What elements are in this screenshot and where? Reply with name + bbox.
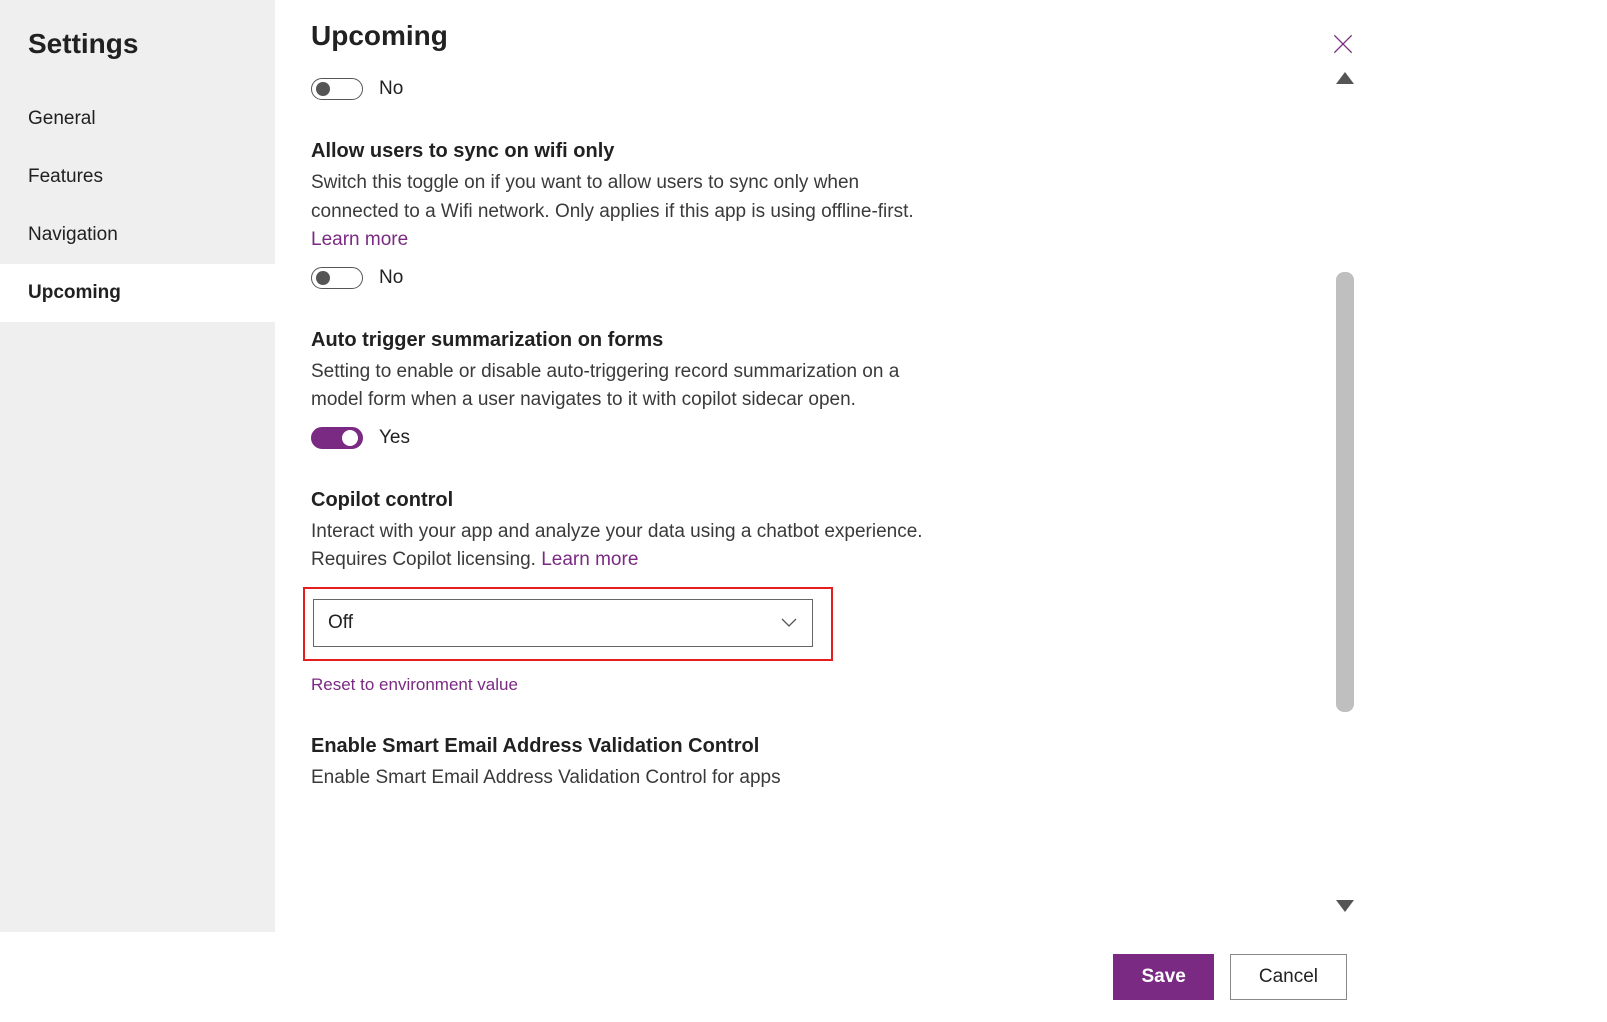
copilot-control-selected-value: Off xyxy=(328,612,353,634)
sidebar-item-navigation[interactable]: Navigation xyxy=(0,206,275,264)
setting-wifi-sync: Allow users to sync on wifi only Switch … xyxy=(311,140,951,289)
setting-smart-email-title: Enable Smart Email Address Validation Co… xyxy=(311,735,951,758)
scroll-thumb[interactable] xyxy=(1336,272,1354,712)
close-icon xyxy=(1330,31,1356,57)
sidebar-item-features[interactable]: Features xyxy=(0,148,275,206)
copilot-control-select[interactable]: Off xyxy=(313,599,813,647)
vertical-scrollbar xyxy=(1335,72,1355,912)
setting-copilot-control-title: Copilot control xyxy=(311,489,951,512)
scroll-down-button[interactable] xyxy=(1336,900,1354,912)
cancel-button[interactable]: Cancel xyxy=(1230,954,1347,1000)
setting-wifi-sync-desc-text: Switch this toggle on if you want to all… xyxy=(311,172,914,222)
setting-smart-email: Enable Smart Email Address Validation Co… xyxy=(311,735,951,793)
copilot-learn-more-link[interactable]: Learn more xyxy=(541,549,638,570)
toggle-previous-label: No xyxy=(379,78,403,100)
copilot-control-highlight: Off xyxy=(303,587,833,661)
sidebar-item-upcoming[interactable]: Upcoming xyxy=(0,264,275,322)
sidebar-title: Settings xyxy=(0,16,275,90)
setting-auto-summarize: Auto trigger summarization on forms Sett… xyxy=(311,329,951,449)
footer-bar: Save Cancel xyxy=(0,932,1607,1022)
main-panel: Upcoming No Allow users xyxy=(275,0,1607,932)
setting-previous-partial: No xyxy=(311,78,951,100)
toggle-auto-summarize-label: Yes xyxy=(379,427,410,449)
save-button[interactable]: Save xyxy=(1113,954,1213,1000)
setting-auto-summarize-title: Auto trigger summarization on forms xyxy=(311,329,951,352)
toggle-previous[interactable] xyxy=(311,78,363,100)
page-title: Upcoming xyxy=(311,20,448,52)
close-button[interactable] xyxy=(1327,28,1359,60)
toggle-wifi-sync-label: No xyxy=(379,267,403,289)
settings-sidebar: Settings General Features Navigation Upc… xyxy=(0,0,275,932)
setting-smart-email-desc: Enable Smart Email Address Validation Co… xyxy=(311,764,951,793)
wifi-sync-learn-more-link[interactable]: Learn more xyxy=(311,229,408,250)
scroll-track[interactable] xyxy=(1336,92,1354,892)
scroll-up-button[interactable] xyxy=(1336,72,1354,84)
toggle-auto-summarize[interactable] xyxy=(311,427,363,449)
setting-copilot-control: Copilot control Interact with your app a… xyxy=(311,489,951,695)
reset-to-environment-link[interactable]: Reset to environment value xyxy=(311,675,518,695)
sidebar-item-general[interactable]: General xyxy=(0,90,275,148)
toggle-wifi-sync[interactable] xyxy=(311,267,363,289)
setting-copilot-control-desc: Interact with your app and analyze your … xyxy=(311,518,951,575)
chevron-down-icon xyxy=(780,612,798,634)
setting-wifi-sync-title: Allow users to sync on wifi only xyxy=(311,140,951,163)
setting-auto-summarize-desc: Setting to enable or disable auto-trigge… xyxy=(311,358,951,415)
setting-wifi-sync-desc: Switch this toggle on if you want to all… xyxy=(311,169,951,255)
